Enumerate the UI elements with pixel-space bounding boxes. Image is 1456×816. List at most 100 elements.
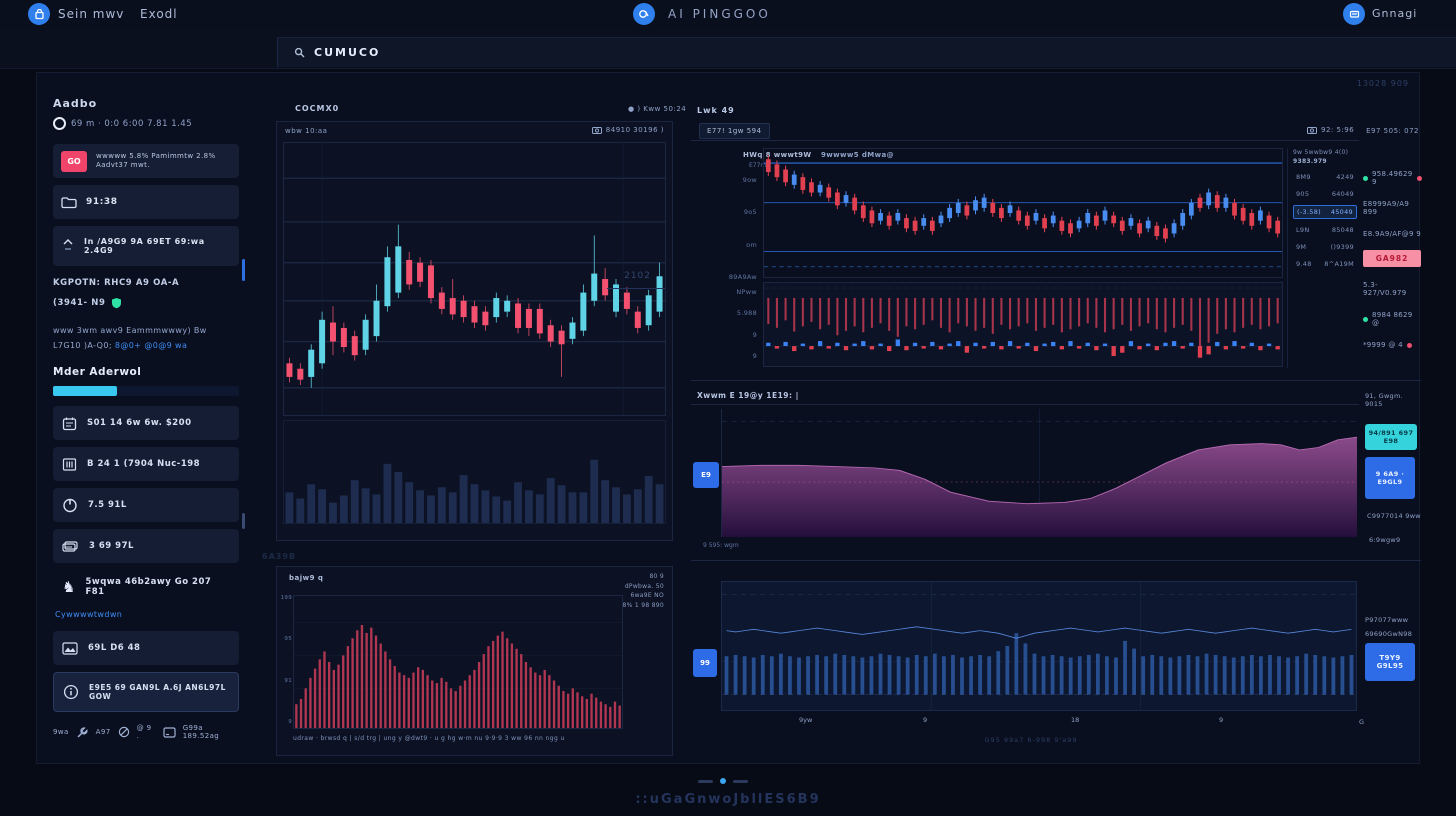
- volume-flow-panel: 99 9yw 9 18 9 G G95 99a7 6-998 9'a99 P97…: [691, 566, 1421, 763]
- area-panel-title: Xwwm E 19@y 1E19: |: [697, 391, 799, 400]
- take-button[interactable]: T9Y9 G9L95: [1365, 643, 1415, 681]
- oscillator-y-axis: 199 95 91 9: [280, 595, 292, 725]
- sidebar-item-label: E9E5 69 GAN9L A.6J AN6L97L GOW: [89, 683, 229, 701]
- up-dot-icon: [1363, 317, 1368, 322]
- oscillator-panel-title: 6A39B: [262, 552, 296, 561]
- content-area: 13028 909 Aadbo 69 m · 0:0 6:00 7.81 1.4…: [36, 72, 1420, 764]
- main-volume-chart[interactable]: [283, 420, 666, 524]
- sidebar-item-label: 7.5 91L: [88, 500, 127, 510]
- watchlist-item[interactable]: 8984 8629 @: [1363, 311, 1421, 327]
- sidebar-item-label: 3 69 97L: [89, 541, 134, 551]
- power-icon: [62, 497, 78, 513]
- x-tick: 9yw: [799, 716, 812, 724]
- sidebar-item-chart[interactable]: 69L D6 48: [53, 631, 239, 665]
- down-dot-icon: [1407, 343, 1412, 348]
- readout-line-3: 6wa9E NO: [623, 591, 664, 601]
- search-input[interactable]: CUMUCO: [277, 37, 1456, 67]
- main-chart-panel: COCMX0 ● ) Kww 50:24 wbw 10:aa 84910 301…: [256, 96, 689, 546]
- y-tick: 9: [711, 331, 757, 339]
- messages-icon[interactable]: [1343, 3, 1365, 25]
- footer-label-b: A97: [96, 728, 111, 736]
- watchlist-label: *9999 @ 4: [1363, 341, 1403, 349]
- detail-candlestick-chart[interactable]: [763, 148, 1283, 278]
- calendar-icon: [62, 416, 77, 431]
- sidebar-scrollbar-thumb-2[interactable]: [242, 513, 245, 529]
- area-chart[interactable]: [721, 409, 1357, 537]
- ladder-value: ()9399: [1331, 243, 1354, 251]
- y-tick: 95: [280, 636, 292, 642]
- footer-label-c: @ 9 .: [137, 724, 156, 740]
- ladder-row[interactable]: 90564049: [1293, 188, 1357, 200]
- watchlist-item[interactable]: E8.9A9/AF@9 9: [1363, 230, 1421, 238]
- watchlist-item[interactable]: *9999 @ 4: [1363, 341, 1421, 349]
- line4-link[interactable]: 8@0+ @0@9 wa: [115, 341, 187, 350]
- card-icon[interactable]: [163, 727, 176, 738]
- watchlist-label: 8984 8629 @: [1372, 311, 1421, 327]
- chevron-up-icon: [61, 238, 75, 254]
- watchlist-item[interactable]: E8999A9/A9 899: [1363, 200, 1421, 216]
- ladder-row[interactable]: 8M94249: [1293, 171, 1357, 183]
- ladder-value: 45049: [1331, 208, 1353, 216]
- balance-card[interactable]: In /A9G9 9A 69ET 69:wa 2.4G9: [53, 226, 239, 266]
- topbar: Sein mwv Exodl AI PINGGOO Gnnagi: [0, 0, 1456, 31]
- layers-icon: [62, 539, 79, 553]
- detail-histogram-chart[interactable]: [763, 282, 1283, 367]
- flow-rail-text-2: 69690GwN98: [1365, 630, 1412, 638]
- ladder-row[interactable]: L9N85048: [1293, 224, 1357, 236]
- detail-cam-label[interactable]: 92: 5:96: [1307, 126, 1354, 134]
- flow-chart[interactable]: [721, 581, 1357, 711]
- chart-header-right[interactable]: 84910 30196 ): [592, 126, 664, 134]
- sidebar-item-power[interactable]: 7.5 91L: [53, 488, 239, 522]
- chart-timeframe-label[interactable]: wbw 10:aa: [285, 127, 327, 135]
- sidebar: Aadbo 69 m · 0:0 6:00 7.81 1.45 GO wwwww…: [37, 73, 251, 763]
- wrench-icon[interactable]: [76, 726, 89, 739]
- page-dash-1[interactable]: [698, 780, 713, 783]
- sidebar-item-bank[interactable]: B 24 1 (7904 Nuc-198: [53, 447, 239, 481]
- topbar-right-label[interactable]: Gnnagi: [1372, 7, 1417, 20]
- prohibit-icon[interactable]: [118, 726, 130, 738]
- trade-button[interactable]: 9 6A9 · E9GL9: [1365, 457, 1415, 499]
- sidebar-item-info[interactable]: E9E5 69 GAN9L A.6J AN6L97L GOW: [53, 672, 239, 712]
- account-summary-text: 69 m · 0:0 6:00 7.81 1.45: [71, 119, 192, 129]
- flow-chart-badge[interactable]: 99: [693, 649, 717, 677]
- account-summary-row: 69 m · 0:0 6:00 7.81 1.45: [53, 117, 239, 130]
- watchlist-item[interactable]: 958.49629 9: [1363, 170, 1421, 186]
- area-chart-badge[interactable]: E9: [693, 462, 719, 488]
- main-candlestick-chart[interactable]: 2102: [283, 142, 666, 416]
- ladder-value: 8^A19M: [1324, 260, 1354, 268]
- sell-button[interactable]: GA982: [1363, 250, 1421, 267]
- time-card[interactable]: 91:38: [53, 185, 239, 219]
- sidebar-scrollbar-thumb[interactable]: [242, 259, 245, 281]
- y-tick: 5.988: [711, 309, 757, 317]
- ladder-row[interactable]: 9M ()9399: [1293, 241, 1357, 253]
- sidebar-item-knight[interactable]: ♞ 5wqwa 46b2awy Go 207 F81: [53, 570, 239, 604]
- main-panel-title: COCMX0: [295, 104, 339, 113]
- watchlist-item[interactable]: 5.3-927/V0.979: [1363, 281, 1421, 297]
- ladder-label: 9.48: [1296, 260, 1312, 268]
- center-app-icon[interactable]: [633, 3, 655, 25]
- tab-symbol[interactable]: E77! 1gw 594: [699, 123, 770, 139]
- app-logo-icon[interactable]: [28, 3, 50, 25]
- watchlist-label: E8.9A9/AF@9 9: [1363, 230, 1421, 238]
- sidebar-link[interactable]: Cywwwwtwdwn: [55, 610, 239, 619]
- sidebar-heading: Mder Aderwol: [53, 366, 239, 378]
- ladder-row-highlighted[interactable]: (-3.58)45049: [1293, 205, 1357, 219]
- ladder-value: 85048: [1332, 226, 1354, 234]
- page-dash-2[interactable]: [733, 780, 748, 783]
- oscillator-header: bajw9 q: [289, 574, 323, 582]
- topbar-menu-item[interactable]: Exodl: [140, 7, 178, 21]
- status-ring-icon: [53, 117, 66, 130]
- topbar-brand[interactable]: Sein mwv: [58, 7, 124, 21]
- ladder-row[interactable]: 9.48 8^A19M: [1293, 258, 1357, 270]
- secondary-bar: CUMUCO: [0, 30, 1456, 69]
- buy-button[interactable]: 94/891 697 E98: [1365, 424, 1417, 450]
- promo-card[interactable]: GO wwwww 5.8% Pamimmtw 2.8% Aadvt37 mwt.: [53, 144, 239, 178]
- ladder-label: 9M: [1296, 243, 1306, 251]
- page-dot-active[interactable]: [720, 778, 726, 784]
- sidebar-item-cards[interactable]: 3 69 97L: [53, 529, 239, 563]
- sidebar-text-line-3: www 3wm awv9 Eammmwwwy) Bw: [53, 326, 239, 335]
- watchlist: 958.49629 9 E8999A9/A9 899 E8.9A9/AF@9 9…: [1363, 148, 1421, 349]
- histogram-chart[interactable]: [293, 595, 623, 729]
- area-link[interactable]: C9977014 9ww: [1367, 512, 1421, 520]
- sidebar-item-calendar[interactable]: S01 14 6w 6w. $200: [53, 406, 239, 440]
